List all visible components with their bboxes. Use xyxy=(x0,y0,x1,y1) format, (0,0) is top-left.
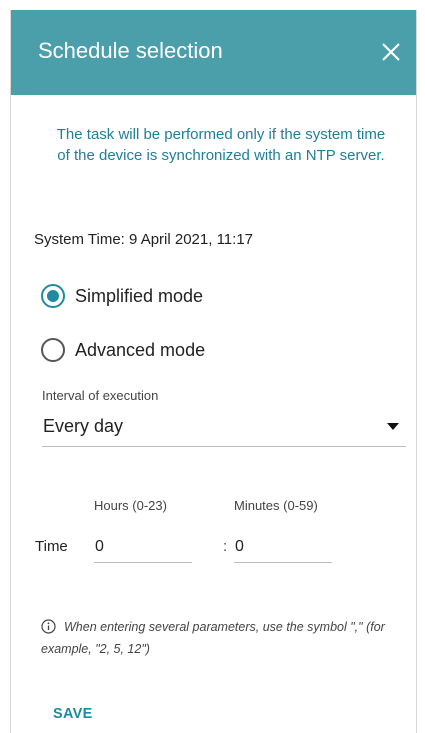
hours-input[interactable]: 0 xyxy=(94,530,192,563)
simplified-mode-option[interactable]: Simplified mode xyxy=(41,284,203,308)
hours-label: Hours (0-23) xyxy=(94,498,167,513)
interval-label: Interval of execution xyxy=(42,388,159,403)
save-button[interactable]: SAVE xyxy=(53,706,93,722)
minutes-value: 0 xyxy=(235,538,244,555)
info-icon xyxy=(41,619,56,634)
interval-select[interactable]: Every day xyxy=(42,406,406,447)
advanced-mode-radio[interactable] xyxy=(41,338,65,362)
simplified-mode-label: Simplified mode xyxy=(75,285,204,306)
chevron-down-icon xyxy=(387,423,399,430)
dialog-title: Schedule selection xyxy=(38,38,223,63)
interval-value: Every day xyxy=(43,416,124,436)
info-text: When entering several parameters, use th… xyxy=(41,620,385,656)
time-label: Time xyxy=(35,538,68,555)
close-button[interactable] xyxy=(380,41,402,63)
info-hint: When entering several parameters, use th… xyxy=(41,616,411,660)
schedule-selection-dialog: Schedule selection The task will be perf… xyxy=(10,10,417,733)
advanced-mode-label: Advanced mode xyxy=(75,339,206,360)
minutes-label: Minutes (0-59) xyxy=(234,498,318,513)
advanced-mode-option[interactable]: Advanced mode xyxy=(41,338,205,362)
system-time: System Time: 9 April 2021, 11:17 xyxy=(34,231,254,248)
dialog-header: Schedule selection xyxy=(11,10,416,95)
time-separator: : xyxy=(223,538,228,555)
simplified-mode-radio[interactable] xyxy=(41,284,65,308)
hours-value: 0 xyxy=(95,538,104,555)
close-icon xyxy=(382,43,400,61)
ntp-notice: The task will be performed only if the s… xyxy=(56,126,386,164)
minutes-input[interactable]: 0 xyxy=(234,530,332,563)
